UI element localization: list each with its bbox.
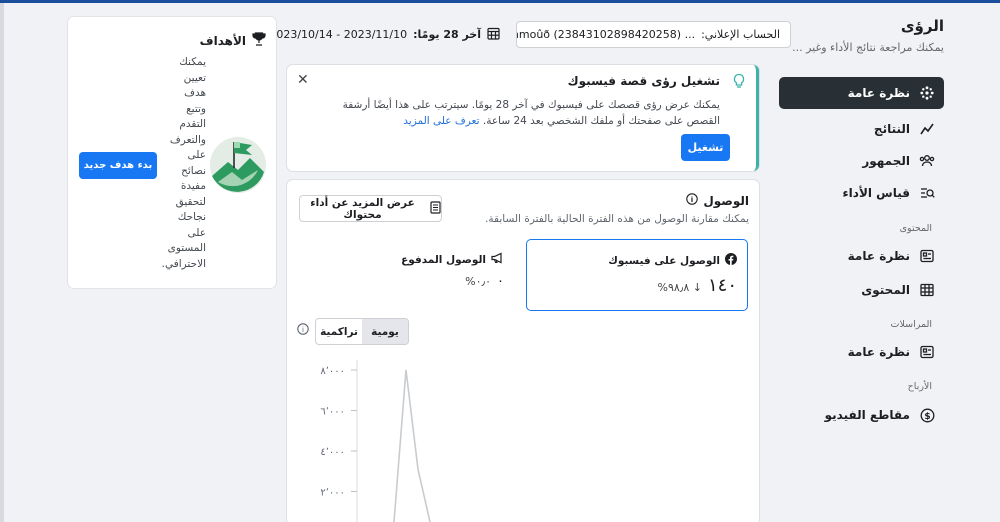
date-range-selector[interactable]: آخر 28 يومًا: 2023/10/14 - 2023/11/10 ▼ bbox=[256, 21, 500, 48]
cumulative-toggle-option[interactable]: تراكمية bbox=[316, 319, 362, 344]
start-new-goal-button[interactable]: بدء هدف جديد bbox=[79, 152, 157, 179]
ad-account-selector[interactable]: الحساب الإعلاني: Mähmoûð (23843102898420… bbox=[516, 21, 791, 48]
lightbulb-icon bbox=[732, 73, 746, 92]
content-book-icon bbox=[430, 200, 441, 217]
svg-text:i: i bbox=[302, 326, 304, 334]
daily-cumulative-toggle[interactable]: يومية تراكمية bbox=[315, 318, 409, 345]
date-range-value: 2023/10/14 - 2023/11/10 bbox=[269, 28, 408, 41]
sidebar-subtitle: يمكنك مراجعة نتائج الأداء وغير ... bbox=[792, 41, 944, 54]
facebook-reach-number: ١٤٠ bbox=[707, 275, 737, 296]
goals-title: الأهداف bbox=[200, 32, 266, 49]
facebook-icon bbox=[725, 253, 737, 268]
goal-flag-illustration bbox=[210, 132, 266, 201]
facebook-reach-change: ↓ ٩٨٫٨% bbox=[657, 281, 702, 294]
insights-sidebar: الرؤى يمكنك مراجعة نتائج الأداء وغير ...… bbox=[775, 3, 1000, 522]
sidebar-item-label: قياس الأداء bbox=[842, 186, 910, 200]
sidebar-section-earnings: الأرباح bbox=[907, 381, 932, 392]
paid-reach-change: ٠٫٠% bbox=[465, 275, 492, 288]
sidebar-item-label: المحتوى bbox=[861, 283, 910, 297]
facebook-reach-label-text: الوصول على فيسبوك bbox=[608, 254, 720, 267]
sidebar-title: الرؤى bbox=[900, 17, 944, 35]
notice-title: تشغيل رؤى قصة فيسبوك bbox=[567, 74, 720, 88]
facebook-reach-label: الوصول على فيسبوك bbox=[608, 253, 737, 268]
reach-title-text: الوصول bbox=[703, 193, 749, 208]
sidebar-item-label: مقاطع الفيديو bbox=[824, 408, 910, 422]
svg-text:i: i bbox=[691, 196, 693, 204]
sidebar-item-benchmark[interactable]: قياس الأداء bbox=[781, 177, 944, 209]
reach-series-line bbox=[392, 369, 432, 522]
sidebar-item-content[interactable]: المحتوى bbox=[781, 274, 944, 306]
paid-reach-label-text: الوصول المدفوع bbox=[401, 253, 486, 266]
y-tick-label: ٢٬٠٠٠ bbox=[320, 488, 345, 499]
date-label: آخر 28 يومًا: bbox=[413, 28, 481, 41]
sidebar-item-results[interactable]: النتائج bbox=[781, 113, 944, 145]
content-performance-label: عرض المزيد عن أداء محتواك bbox=[310, 196, 415, 221]
notice-body: يمكنك عرض رؤى قصصك على فيسبوك في آخر 28 … bbox=[310, 97, 720, 129]
results-icon bbox=[918, 120, 936, 138]
y-tick-label: ٦٬٠٠٠ bbox=[320, 407, 345, 418]
goals-description: يمكنك تعيين هدف وتتبع التقدم والتعرف على… bbox=[161, 56, 206, 270]
content-overview-icon bbox=[918, 247, 936, 265]
story-insights-notice: تشغيل رؤى قصة فيسبوك يمكنك عرض رؤى قصصك … bbox=[287, 65, 759, 171]
daily-toggle-option[interactable]: يومية bbox=[362, 319, 408, 344]
content-grid-icon bbox=[918, 281, 936, 299]
paid-reach-value: ٠ ٠٫٠% bbox=[465, 274, 504, 289]
content-performance-button[interactable]: عرض المزيد عن أداء محتواك bbox=[299, 195, 442, 222]
sidebar-item-content-overview[interactable]: نظرة عامة bbox=[781, 240, 944, 272]
learn-more-link[interactable]: تعرف على المزيد bbox=[403, 115, 479, 127]
sidebar-item-audience[interactable]: الجمهور bbox=[781, 145, 944, 177]
reach-card: الوصول i يمكنك مقارنة الوصول من هذه الفت… bbox=[287, 180, 759, 522]
account-value: Mähmoûð (23843102898420258) ... bbox=[517, 28, 696, 41]
facebook-reach-value: ١٤٠ ↓ ٩٨٫٨% bbox=[658, 275, 737, 296]
facebook-reach-metric[interactable]: الوصول على فيسبوك ١٤٠ ↓ ٩٨٫٨% bbox=[526, 239, 748, 311]
sidebar-section-content: المحتوى bbox=[899, 223, 932, 234]
goals-card: الأهداف يمكنك تعيين هدف وتتبع التقدم وال… bbox=[68, 17, 276, 288]
account-label: الحساب الإعلاني: bbox=[701, 28, 780, 41]
audience-icon bbox=[918, 152, 936, 170]
reach-line-chart: ٨٬٠٠٠ ٦٬٠٠٠ ٤٬٠٠٠ ٢٬٠٠٠ bbox=[320, 360, 432, 522]
goals-title-text: الأهداف bbox=[199, 33, 246, 48]
benchmark-icon bbox=[918, 184, 936, 202]
left-scroll-gutter bbox=[0, 3, 4, 522]
sidebar-item-overview[interactable]: نظرة عامة bbox=[779, 77, 944, 109]
calendar-icon bbox=[487, 27, 500, 43]
chart-info-icon[interactable]: i bbox=[297, 323, 309, 338]
sidebar-item-messages-overview[interactable]: نظرة عامة bbox=[781, 336, 944, 368]
paid-reach-metric[interactable]: الوصول المدفوع ٠ ٠٫٠% bbox=[294, 239, 514, 311]
notice-body-text: يمكنك عرض رؤى قصصك على فيسبوك في آخر 28 … bbox=[342, 99, 720, 127]
sidebar-item-label: نظرة عامة bbox=[847, 249, 910, 263]
sidebar-item-label: الجمهور bbox=[862, 154, 910, 168]
trophy-icon bbox=[252, 32, 266, 49]
reach-title: الوصول i bbox=[686, 193, 749, 208]
y-tick-label: ٤٬٠٠٠ bbox=[320, 447, 345, 458]
overview-icon bbox=[918, 84, 936, 102]
messages-overview-icon bbox=[918, 343, 936, 361]
y-tick-label: ٨٬٠٠٠ bbox=[320, 366, 345, 377]
sidebar-item-label: نظرة عامة bbox=[847, 86, 910, 100]
paid-reach-label: الوصول المدفوع bbox=[401, 252, 504, 267]
turn-on-button[interactable]: تشغيل bbox=[681, 134, 730, 161]
sidebar-item-label: نظرة عامة bbox=[847, 345, 910, 359]
info-icon[interactable]: i bbox=[686, 193, 699, 208]
sidebar-item-videos[interactable]: $ مقاطع الفيديو bbox=[781, 399, 944, 431]
svg-text:$: $ bbox=[924, 412, 930, 422]
paid-reach-number: ٠ bbox=[497, 274, 504, 289]
megaphone-icon bbox=[491, 252, 504, 267]
sidebar-item-label: النتائج bbox=[873, 122, 910, 136]
reach-subtitle: يمكنك مقارنة الوصول من هذه الفترة الحالي… bbox=[485, 213, 749, 225]
close-icon[interactable]: ✕ bbox=[297, 72, 309, 88]
sidebar-section-messages: المراسلات bbox=[890, 319, 932, 330]
dollar-icon: $ bbox=[918, 406, 936, 424]
